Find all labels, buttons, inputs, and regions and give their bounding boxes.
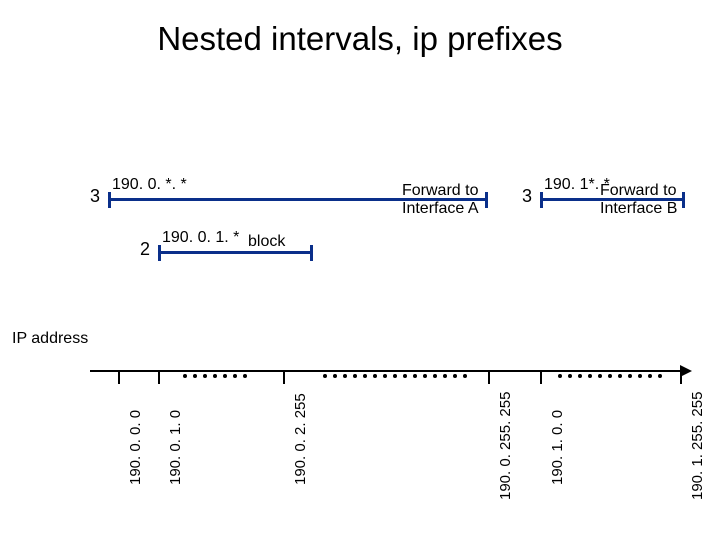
forward-b-text: Forward to Interface B <box>600 182 677 218</box>
tick-label: 190. 0. 1. 0 <box>167 410 184 485</box>
tick-label: 190. 0. 0. 0 <box>127 410 144 485</box>
interval-length-b: 2 <box>140 239 150 260</box>
tick-label: 190. 0. 2. 255 <box>292 393 309 485</box>
tick <box>283 370 285 384</box>
interval-label-b: 190. 0. 1. * <box>162 229 239 247</box>
tick-label: 190. 1. 0. 0 <box>549 410 566 485</box>
interval-bar-b <box>158 251 313 254</box>
block-text: block <box>248 233 285 251</box>
tick-label: 190. 1. 255. 255 <box>689 392 706 500</box>
axis-label: IP address <box>12 330 88 348</box>
interval-label-a: 190. 0. *. * <box>112 176 187 194</box>
forward-a-text: Forward to Interface A <box>402 182 479 218</box>
tick <box>680 370 682 384</box>
interval-length-a: 3 <box>90 186 100 207</box>
tick <box>118 370 120 384</box>
tick-label: 190. 0. 255. 255 <box>497 392 514 500</box>
tick <box>488 370 490 384</box>
axis-dots <box>555 367 665 375</box>
tick <box>158 370 160 384</box>
axis-dots <box>180 367 250 375</box>
page-title: Nested intervals, ip prefixes <box>0 20 720 58</box>
interval-length-c: 3 <box>522 186 532 207</box>
axis-dots <box>320 367 470 375</box>
tick <box>540 370 542 384</box>
